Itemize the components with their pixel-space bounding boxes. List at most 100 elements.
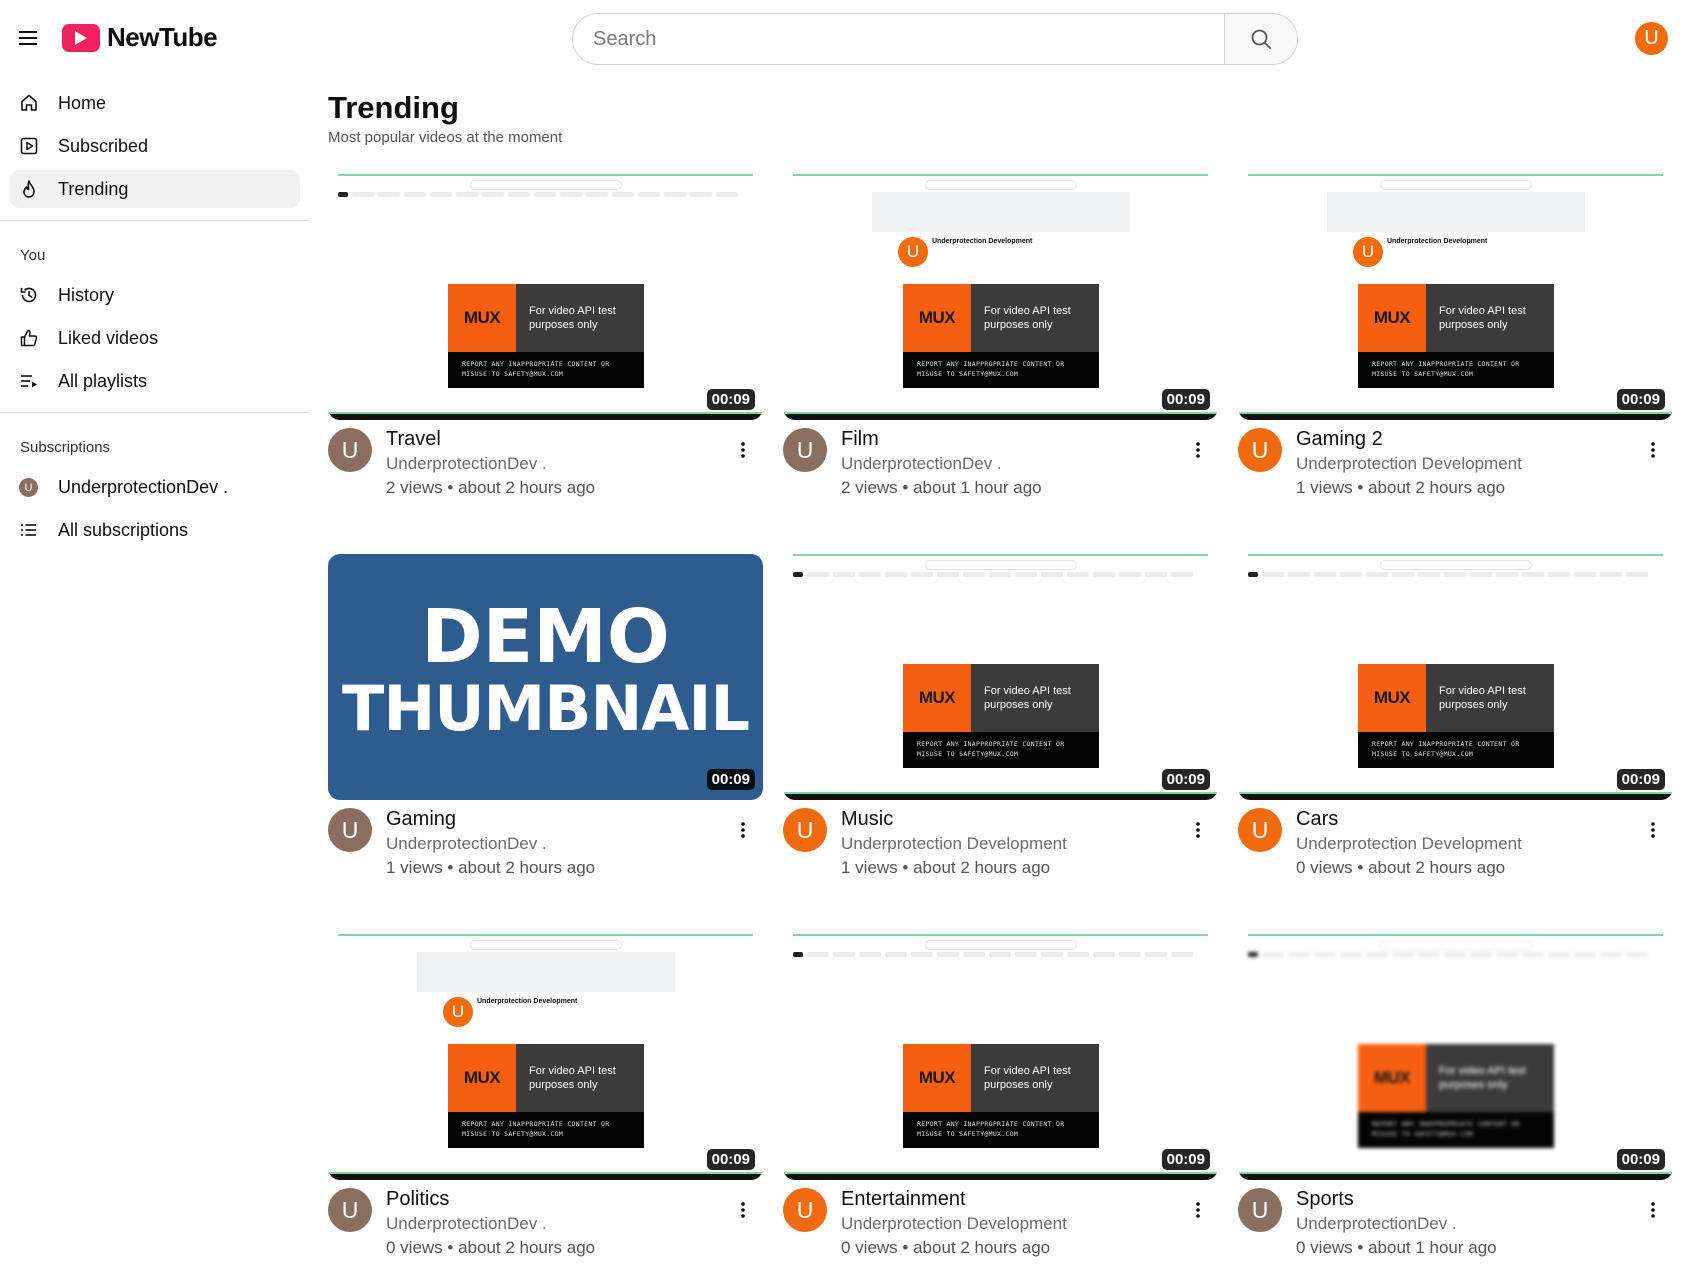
mux-test-card: MUX For video API test purposes only REPO…: [448, 284, 644, 388]
video-card[interactable]: MUX For video API test purposes only REPO…: [1238, 934, 1673, 1276]
flame-icon: [23, 180, 35, 198]
search-input[interactable]: [573, 14, 1224, 64]
video-channel-name[interactable]: UnderprotectionDev .: [841, 454, 1002, 474]
sidebar-item-label: UnderprotectionDev .: [58, 476, 229, 497]
video-title[interactable]: Entertainment: [841, 1188, 966, 1211]
video-thumbnail[interactable]: MUX For video API test purposes only REPO…: [783, 934, 1218, 1180]
video-title[interactable]: Travel: [386, 428, 441, 451]
video-channel-name[interactable]: UnderprotectionDev .: [1296, 1214, 1457, 1234]
mux-warning: REPORT ANY INAPPROPRIATE CONTENT OR MISUS…: [448, 1112, 644, 1148]
more-options-icon[interactable]: [733, 1198, 753, 1222]
sidebar-item-trending[interactable]: Trending: [10, 170, 300, 208]
mux-logo: MUX: [903, 284, 971, 352]
video-channel-name[interactable]: UnderprotectionDev .: [386, 454, 547, 474]
more-options-icon[interactable]: [1643, 438, 1663, 462]
video-thumbnail[interactable]: U Underprotection Development MUX For vi…: [783, 174, 1218, 420]
video-meta: U Music Underprotection Development 1 vi…: [783, 808, 1218, 896]
play-logo-icon: [62, 23, 100, 52]
more-options-icon[interactable]: [1188, 438, 1208, 462]
channel-avatar[interactable]: U: [1238, 428, 1282, 472]
more-options-icon[interactable]: [1188, 1198, 1208, 1222]
mini-channel-banner: [416, 952, 675, 992]
history-icon: [20, 287, 37, 303]
video-channel-name[interactable]: UnderprotectionDev .: [386, 1214, 547, 1234]
duration-badge: 00:09: [1161, 1149, 1210, 1170]
app-name: NewTube: [107, 22, 218, 52]
more-options-icon[interactable]: [733, 818, 753, 842]
video-thumbnail[interactable]: U Underprotection Development MUX For vi…: [328, 934, 763, 1180]
video-thumbnail[interactable]: MUX For video API test purposes only REPO…: [1238, 934, 1673, 1180]
video-channel-name[interactable]: UnderprotectionDev .: [386, 834, 547, 854]
sidebar-item-subscribed[interactable]: Subscribed: [10, 127, 300, 165]
mux-test-card: MUX For video API test purposes only REPO…: [903, 284, 1099, 388]
sidebar-item-all-subscriptions[interactable]: All subscriptions: [10, 511, 300, 549]
more-options-icon[interactable]: [733, 438, 753, 462]
mux-logo: MUX: [1358, 664, 1426, 732]
channel-avatar[interactable]: U: [783, 808, 827, 852]
more-options-icon[interactable]: [1643, 818, 1663, 842]
video-card[interactable]: MUX For video API test purposes only REPO…: [1238, 554, 1673, 896]
mini-category-chips: [338, 192, 738, 197]
video-card[interactable]: U Underprotection Development MUX For vi…: [1238, 174, 1673, 516]
mux-logo: MUX: [903, 664, 971, 732]
channel-avatar[interactable]: U: [328, 808, 372, 852]
video-card[interactable]: MUX For video API test purposes only REPO…: [328, 174, 763, 516]
channel-avatar: U: [19, 478, 38, 497]
search-icon: [1251, 29, 1271, 49]
video-thumbnail[interactable]: MUX For video API test purposes only REPO…: [1238, 554, 1673, 800]
video-channel-name[interactable]: Underprotection Development: [1296, 454, 1522, 474]
channel-avatar[interactable]: U: [783, 428, 827, 472]
more-options-icon[interactable]: [1188, 818, 1208, 842]
sidebar-item-subscription-channel[interactable]: U UnderprotectionDev .: [10, 468, 300, 506]
mux-warning: REPORT ANY INAPPROPRIATE CONTENT OR MISUS…: [1358, 352, 1554, 388]
channel-avatar[interactable]: U: [1238, 808, 1282, 852]
channel-avatar[interactable]: U: [783, 1188, 827, 1232]
mini-channel-header: U Underprotection Development: [898, 237, 1032, 267]
video-card[interactable]: MUX For video API test purposes only REPO…: [783, 554, 1218, 896]
hamburger-menu-icon[interactable]: [14, 24, 42, 52]
mini-search-bar: [924, 940, 1077, 950]
video-card[interactable]: MUX For video API test purposes only REPO…: [783, 934, 1218, 1276]
video-thumbnail[interactable]: MUX For video API test purposes only REPO…: [328, 174, 763, 420]
video-card[interactable]: U Underprotection Development MUX For vi…: [783, 174, 1218, 516]
video-title[interactable]: Cars: [1296, 808, 1338, 831]
video-stats: 0 views • about 2 hours ago: [841, 1238, 1051, 1257]
video-channel-name[interactable]: Underprotection Development: [1296, 834, 1522, 854]
video-channel-name[interactable]: Underprotection Development: [841, 834, 1067, 854]
video-thumbnail[interactable]: MUX For video API test purposes only REPO…: [783, 554, 1218, 800]
mini-category-chips: [1248, 572, 1648, 577]
channel-avatar[interactable]: U: [328, 428, 372, 472]
video-card[interactable]: DEMO THUMBNAIL 00:09 U Gaming Underprote…: [328, 554, 763, 896]
video-grid: MUX For video API test purposes only REPO…: [328, 174, 1673, 1276]
video-card[interactable]: U Underprotection Development MUX For vi…: [328, 934, 763, 1276]
channel-avatar[interactable]: U: [1238, 1188, 1282, 1232]
video-thumbnail[interactable]: DEMO THUMBNAIL 00:09: [328, 554, 763, 800]
video-title[interactable]: Sports: [1296, 1188, 1354, 1211]
user-avatar[interactable]: U: [1635, 22, 1668, 55]
sidebar-item-all-playlists[interactable]: All playlists: [10, 362, 300, 400]
video-title[interactable]: Film: [841, 428, 879, 451]
video-title[interactable]: Gaming: [386, 808, 456, 831]
mux-logo: MUX: [448, 284, 516, 352]
sidebar-item-history[interactable]: History: [10, 276, 300, 314]
sidebar-item-home[interactable]: Home: [10, 84, 300, 122]
page-subtitle: Most popular videos at the moment: [328, 129, 563, 146]
mux-warning: REPORT ANY INAPPROPRIATE CONTENT OR MISUS…: [903, 352, 1099, 388]
app-logo[interactable]: NewTube: [62, 22, 218, 53]
video-title[interactable]: Gaming 2: [1296, 428, 1383, 451]
search-button[interactable]: [1224, 14, 1297, 64]
sidebar-item-liked-videos[interactable]: Liked videos: [10, 319, 300, 357]
more-options-icon[interactable]: [1643, 1198, 1663, 1222]
mini-category-chips: [793, 952, 1193, 957]
channel-avatar[interactable]: U: [328, 1188, 372, 1232]
video-title[interactable]: Politics: [386, 1188, 449, 1211]
video-channel-name[interactable]: Underprotection Development: [841, 1214, 1067, 1234]
mini-search-bar: [469, 180, 622, 190]
sidebar-item-label: Liked videos: [58, 327, 159, 348]
video-title[interactable]: Music: [841, 808, 893, 831]
video-thumbnail[interactable]: U Underprotection Development MUX For vi…: [1238, 174, 1673, 420]
section-title-you: You: [20, 247, 46, 264]
video-stats: 1 views • about 2 hours ago: [1296, 478, 1506, 497]
mux-test-card: MUX For video API test purposes only REPO…: [1358, 284, 1554, 388]
video-stats: 0 views • about 1 hour ago: [1296, 1238, 1497, 1257]
